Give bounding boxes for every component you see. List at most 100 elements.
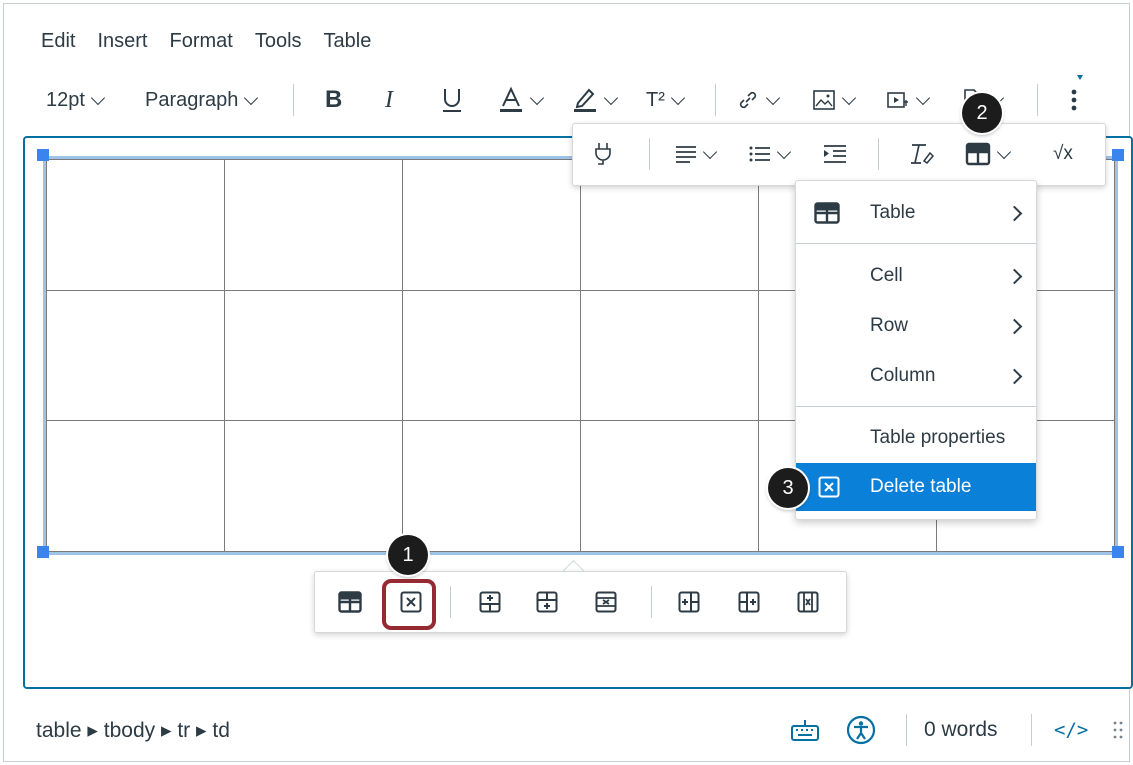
menu-item-label: Table — [870, 202, 916, 223]
table-cell[interactable] — [580, 289, 759, 422]
delete-table-highlight — [382, 579, 436, 630]
keyboard-shortcuts-button[interactable] — [790, 708, 820, 752]
element-path[interactable]: table ▸ tbody ▸ tr ▸ td — [36, 718, 230, 743]
italic-button[interactable]: I — [385, 80, 393, 120]
table-cell[interactable] — [224, 420, 403, 552]
highlight-icon — [574, 88, 596, 112]
insert-col-before-button[interactable] — [674, 587, 704, 617]
callout-badge-3: 3 — [768, 468, 808, 508]
resize-handle[interactable] — [37, 546, 49, 558]
chevron-down-icon — [915, 90, 931, 105]
chevron-right-icon — [1006, 318, 1023, 334]
callout-badge-2: 2 — [962, 93, 1002, 133]
menu-item-cell[interactable]: Cell — [796, 252, 1036, 300]
menu-tools[interactable]: Tools — [255, 28, 302, 54]
block-format-select[interactable]: Paragraph — [145, 80, 259, 120]
bold-button[interactable]: B — [325, 80, 342, 120]
apps-plug-icon — [595, 143, 611, 165]
chevron-down-icon — [702, 144, 718, 159]
toolbar-divider — [1037, 84, 1038, 116]
resize-grip-icon[interactable] — [1113, 708, 1123, 752]
chevron-down-icon — [841, 90, 857, 105]
table-cell[interactable] — [224, 159, 403, 291]
link-icon — [739, 91, 757, 109]
menu-edit[interactable]: Edit — [41, 28, 75, 54]
word-count[interactable]: 0 words — [924, 708, 998, 752]
media-icon — [887, 92, 908, 108]
table-cell[interactable] — [224, 289, 403, 422]
image-button[interactable] — [812, 80, 857, 120]
delete-col-icon — [797, 591, 819, 613]
table-button[interactable] — [965, 134, 1012, 174]
equation-button[interactable]: √x — [1053, 134, 1073, 174]
media-button[interactable] — [886, 80, 931, 120]
indent-button[interactable] — [823, 134, 847, 174]
menu-item-label: Cell — [870, 265, 903, 286]
more-button[interactable] — [1070, 80, 1078, 120]
image-icon — [813, 90, 835, 110]
table-cell[interactable] — [46, 420, 225, 552]
menu-format[interactable]: Format — [170, 28, 233, 54]
text-color-button[interactable] — [498, 80, 545, 120]
insert-col-before-icon — [678, 591, 700, 613]
menu-item-table-properties[interactable]: Table properties — [796, 414, 1036, 462]
resize-handle[interactable] — [1112, 546, 1124, 558]
insert-row-after-icon — [536, 591, 558, 613]
underline-icon — [443, 89, 461, 112]
underline-button[interactable] — [440, 80, 464, 120]
font-size-select[interactable]: 12pt — [46, 80, 106, 120]
list-icon — [749, 146, 770, 162]
link-button[interactable] — [736, 80, 781, 120]
table-icon — [814, 202, 840, 224]
delete-col-button[interactable] — [793, 587, 823, 617]
chevron-right-icon — [1006, 268, 1023, 284]
menu-item-row[interactable]: Row — [796, 302, 1036, 350]
toolbar-divider — [878, 138, 879, 170]
insert-row-before-button[interactable] — [475, 587, 505, 617]
menu-item-label: Column — [870, 365, 936, 386]
table-icon — [965, 142, 991, 166]
clear-format-button[interactable] — [908, 134, 934, 174]
menu-item-label: Delete table — [870, 476, 972, 497]
highlight-button[interactable] — [572, 80, 619, 120]
chevron-down-icon — [765, 90, 781, 105]
toolbar-divider — [293, 84, 294, 116]
align-button[interactable] — [675, 134, 718, 174]
font-size-value: 12pt — [46, 88, 85, 111]
resize-handle[interactable] — [1112, 149, 1124, 161]
table-properties-button[interactable] — [335, 587, 365, 617]
toolbar-divider — [651, 586, 652, 618]
menu-insert[interactable]: Insert — [97, 28, 147, 54]
insert-col-after-button[interactable] — [734, 587, 764, 617]
menu-divider — [796, 406, 1036, 407]
table-cell[interactable] — [46, 289, 225, 422]
menu-item-delete-table[interactable]: Delete table — [796, 463, 1036, 511]
accessibility-checker-button[interactable] — [846, 708, 876, 752]
html-editor-toggle[interactable]: </> — [1054, 708, 1088, 752]
italic-icon: I — [385, 86, 393, 113]
menu-item-label: Table properties — [870, 427, 1006, 448]
chevron-down-icon — [90, 90, 106, 105]
block-format-value: Paragraph — [145, 88, 239, 111]
menu-item-column[interactable]: Column — [796, 352, 1036, 400]
menu-item-table[interactable]: Table — [796, 189, 1036, 237]
list-button[interactable] — [749, 134, 792, 174]
chevron-right-icon — [1006, 368, 1023, 384]
clear-format-icon — [911, 144, 934, 164]
table-cell[interactable] — [402, 420, 581, 552]
menu-table[interactable]: Table — [324, 28, 372, 54]
indent-icon — [824, 145, 846, 163]
table-cell[interactable] — [580, 420, 759, 552]
table-cell[interactable] — [402, 159, 581, 291]
superscript-icon: T² — [646, 88, 665, 111]
apps-button[interactable] — [591, 134, 615, 174]
insert-row-after-button[interactable] — [532, 587, 562, 617]
resize-handle[interactable] — [37, 149, 49, 161]
delete-row-button[interactable] — [591, 587, 621, 617]
insert-row-before-icon — [479, 591, 501, 613]
superscript-button[interactable]: T² — [646, 80, 685, 120]
align-icon — [676, 146, 696, 163]
table-cell[interactable] — [402, 289, 581, 422]
table-cell[interactable] — [46, 159, 225, 291]
delete-row-icon — [595, 591, 617, 613]
